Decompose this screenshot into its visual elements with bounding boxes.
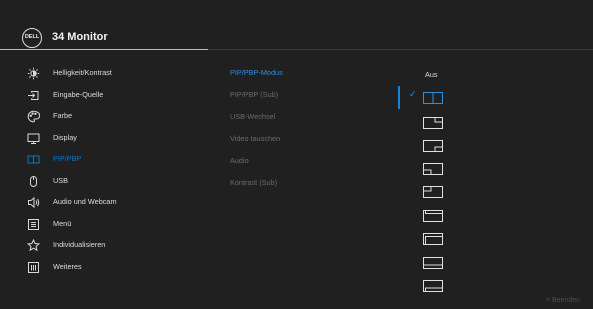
menu-item-others[interactable]: Weiteres: [0, 258, 210, 278]
menu-item-label: PIP/PBP: [53, 154, 82, 163]
menu-item-audio-webcam[interactable]: Audio und Webcam: [0, 193, 210, 213]
dell-logo: DELL: [22, 28, 42, 48]
layout-option-pbp-bottom-strip[interactable]: [423, 257, 443, 269]
menu-item-label: Helligkeit/Kontrast: [53, 68, 112, 77]
page-title: 34 Monitor: [52, 31, 108, 43]
menu-item-brightness-contrast[interactable]: Helligkeit/Kontrast: [0, 64, 210, 84]
menu-item-input-source[interactable]: Eingabe-Quelle: [0, 86, 210, 106]
menu-item-color[interactable]: Farbe: [0, 107, 210, 127]
pip-pbp-icon: [27, 153, 40, 166]
menu-item-label: Display: [53, 132, 77, 142]
layout-option-pbp-top-bottom-small[interactable]: [423, 233, 443, 245]
layout-option-pip-top-left[interactable]: [423, 186, 443, 198]
menu-item-label: Eingabe-Quelle: [53, 89, 104, 99]
layout-option-pip-bottom-right[interactable]: [423, 140, 443, 152]
menu-item-menu[interactable]: Menü: [0, 215, 210, 235]
menu-item-usb[interactable]: USB: [0, 172, 210, 192]
menu-item-label: Audio und Webcam: [53, 197, 117, 206]
layout-option-pip-top-right[interactable]: [423, 117, 443, 129]
menu-item-label: Farbe: [53, 111, 73, 120]
menu-list-icon: [27, 218, 40, 231]
submenu-item-audio[interactable]: Audio: [230, 156, 380, 176]
speaker-icon: [27, 196, 40, 209]
option-off[interactable]: Aus: [425, 70, 438, 79]
usb-mouse-icon: [27, 175, 40, 188]
monitor-osd-menu: DELL 34 Monitor Helligkeit/Kontrast Eing…: [0, 0, 593, 309]
layout-option-pbp-side-by-side[interactable]: [423, 92, 443, 104]
submenu-item-pip-pbp-mode[interactable]: PIP/PBP-Modus: [230, 68, 380, 88]
menu-item-label: Individualisieren: [53, 240, 106, 249]
menu-item-label: Menü: [53, 218, 72, 228]
info-icon: [27, 261, 40, 274]
checkmark-icon: ✓: [409, 89, 417, 99]
brightness-icon: [27, 67, 40, 80]
color-palette-icon: [27, 110, 41, 123]
layout-option-pbp-bottom-strip-alt[interactable]: [423, 280, 443, 292]
layout-option-pip-bottom-left[interactable]: [423, 163, 443, 175]
input-source-icon: [27, 89, 40, 102]
display-icon: [27, 132, 40, 145]
menu-item-label: Weiteres: [53, 261, 82, 271]
menu-item-pip-pbp[interactable]: PIP/PBP: [0, 150, 210, 170]
star-icon: [26, 238, 41, 252]
layout-option-pbp-top-bottom-large[interactable]: [423, 210, 443, 222]
menu-item-label: USB: [53, 175, 69, 185]
header-divider: [0, 49, 593, 50]
osd-header: DELL 34 Monitor: [0, 0, 593, 50]
submenu-item-pip-pbp-sub[interactable]: PIP/PBP (Sub): [230, 90, 380, 110]
menu-item-display[interactable]: Display: [0, 129, 210, 149]
menu-item-personalize[interactable]: Individualisieren: [0, 236, 210, 256]
exit-button[interactable]: < Beenden: [546, 297, 580, 304]
selection-indicator: [398, 86, 400, 109]
submenu-item-contrast-sub[interactable]: Kontrast (Sub): [230, 178, 380, 198]
submenu-item-video-swap[interactable]: Video tauschen: [230, 134, 380, 154]
submenu-item-usb-switch[interactable]: USB-Wechsel: [230, 112, 380, 132]
